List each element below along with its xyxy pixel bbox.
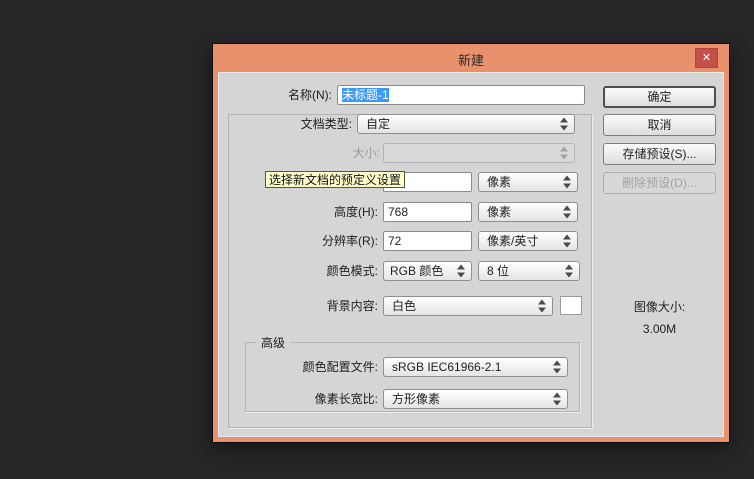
ok-button[interactable]: 确定 [603,86,716,108]
width-unit-value: 像素 [487,175,511,189]
width-unit-select[interactable]: 像素 [478,172,578,192]
doc-type-label: 文档类型: [218,114,352,134]
color-profile-select[interactable]: sRGB IEC61966-2.1 [383,357,568,377]
image-size-label: 图像大小: [603,298,716,315]
pixel-aspect-value: 方形像素 [392,392,440,406]
name-input[interactable]: 未标题-1 [337,85,585,105]
stepper-icon [563,235,571,248]
background-label: 背景内容: [218,296,378,316]
bit-depth-value: 8 位 [487,264,509,278]
height-label: 高度(H): [218,202,378,222]
save-preset-button[interactable]: 存储预设(S)... [603,143,716,165]
image-size-value: 3.00M [603,322,716,336]
stepper-icon [565,265,573,278]
height-value: 768 [388,205,408,219]
dialog-content: 名称(N): 未标题-1 文档类型: 自定 大小: 像素 选择新文档的预定义设置… [218,72,724,437]
doc-type-select[interactable]: 自定 [357,114,575,134]
cancel-button[interactable]: 取消 [603,114,716,136]
pixel-aspect-label: 像素长宽比: [218,389,378,409]
stepper-icon [553,393,561,406]
background-value: 白色 [392,299,416,313]
size-label: 大小: [218,143,380,163]
stepper-icon [553,361,561,374]
resolution-unit-value: 像素/英寸 [487,234,538,248]
height-input[interactable]: 768 [383,202,472,222]
color-profile-value: sRGB IEC61966-2.1 [392,360,501,374]
resolution-value: 72 [388,234,401,248]
color-mode-select[interactable]: RGB 颜色 [383,261,472,281]
background-color-swatch[interactable] [560,296,582,315]
pixel-aspect-select[interactable]: 方形像素 [383,389,568,409]
close-icon: ✕ [702,52,711,64]
height-unit-select[interactable]: 像素 [478,202,578,222]
resolution-input[interactable]: 72 [383,231,472,251]
height-unit-value: 像素 [487,205,511,219]
background-select[interactable]: 白色 [383,296,553,316]
stepper-icon [457,265,465,278]
bit-depth-select[interactable]: 8 位 [478,261,580,281]
stepper-icon [563,176,571,189]
delete-preset-button: 删除预设(D)... [603,172,716,194]
preset-tooltip: 选择新文档的预定义设置 [265,171,405,188]
advanced-legend: 高级 [256,334,290,351]
stepper-icon [560,118,568,131]
close-button[interactable]: ✕ [695,48,718,68]
resolution-unit-select[interactable]: 像素/英寸 [478,231,578,251]
dialog-title: 新建 [213,50,729,69]
stepper-icon [563,206,571,219]
resolution-label: 分辨率(R): [218,231,378,251]
name-input-selected-text: 未标题-1 [342,88,389,102]
size-select [383,143,575,163]
new-document-dialog: 新建 ✕ 名称(N): 未标题-1 文档类型: 自定 大小: 像素 选择新文档的… [213,44,729,442]
name-label: 名称(N): [218,85,332,105]
dialog-titlebar[interactable]: 新建 ✕ [213,44,729,72]
color-profile-label: 颜色配置文件: [218,357,378,377]
color-mode-label: 颜色模式: [218,261,378,281]
doc-type-value: 自定 [366,117,390,131]
stepper-icon [560,147,568,160]
color-mode-value: RGB 颜色 [390,264,443,278]
stepper-icon [538,300,546,313]
